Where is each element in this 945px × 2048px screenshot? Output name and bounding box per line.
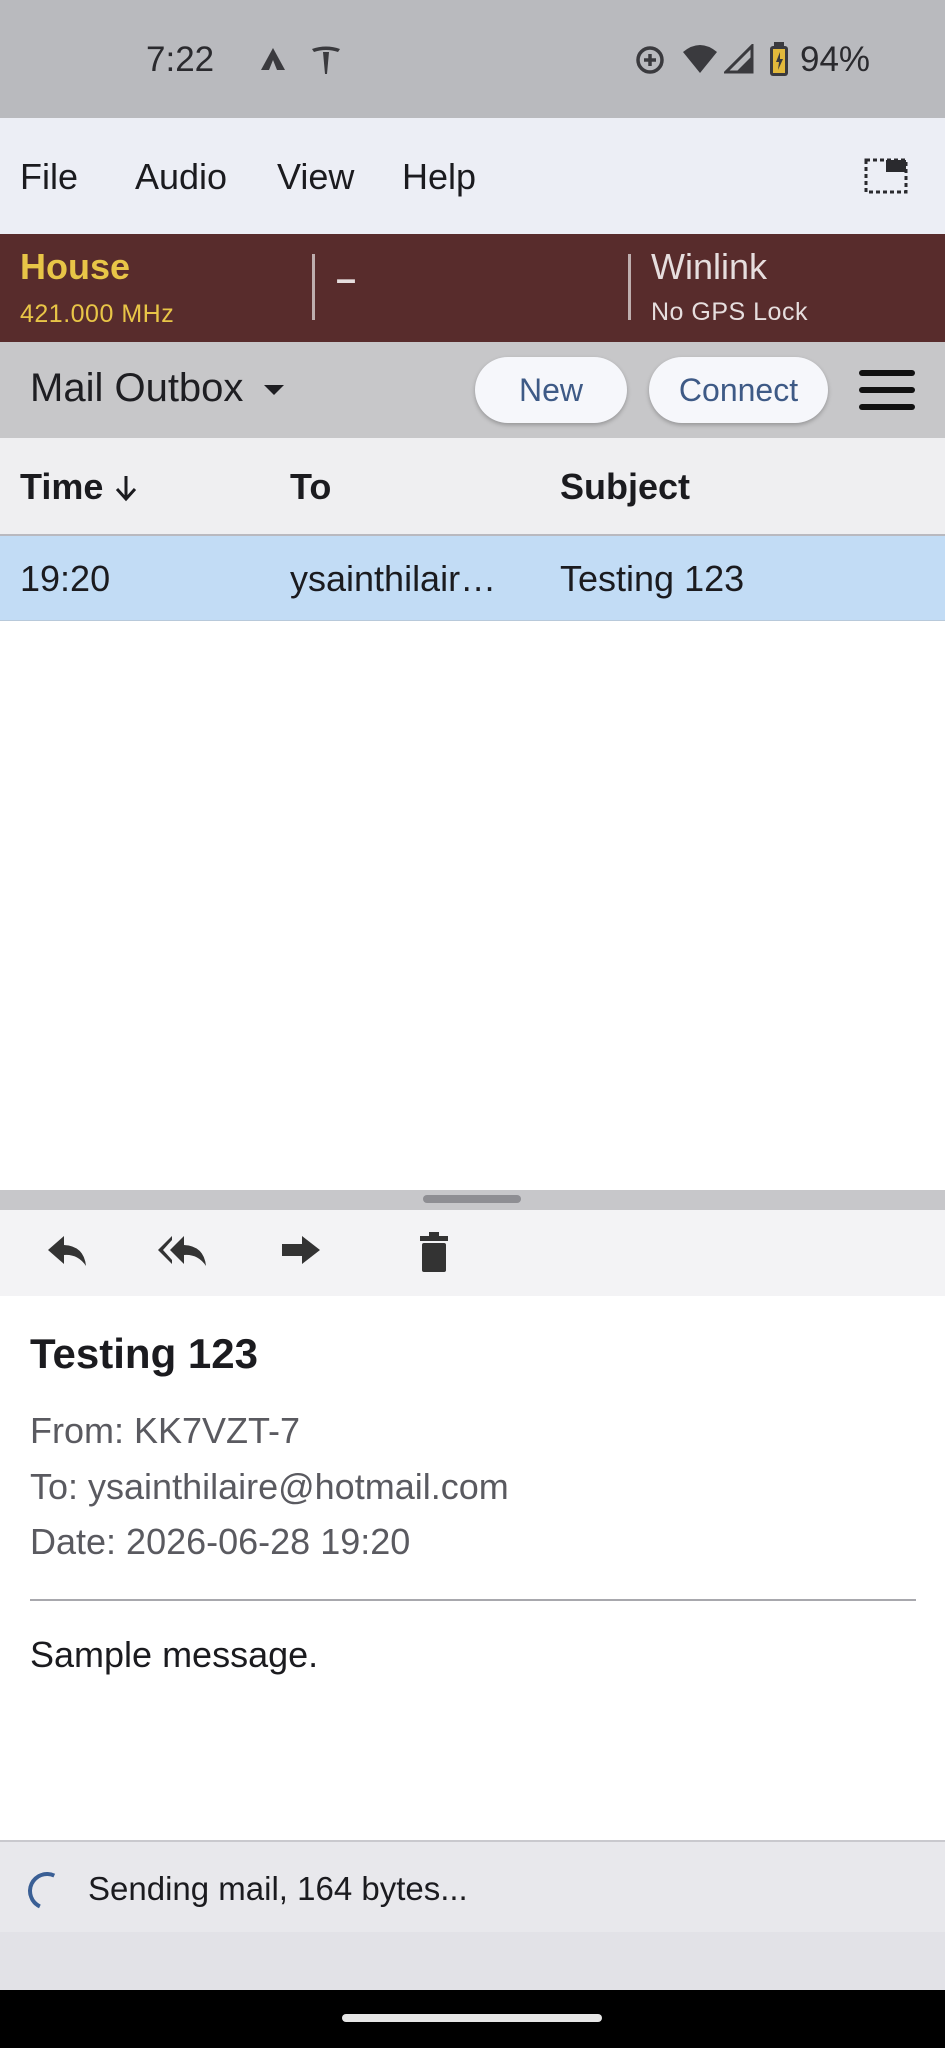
separator (628, 254, 631, 320)
tesla-icon (310, 44, 342, 81)
folder-selector[interactable]: Mail Outbox (30, 366, 285, 411)
dropdown-caret-icon (263, 385, 284, 396)
channel-frequency: 421.000 MHz (20, 300, 175, 328)
menu-file[interactable]: File (20, 156, 78, 198)
loading-spinner-icon (22, 1866, 72, 1916)
mail-table-header: Time To Subject (0, 438, 945, 536)
connect-button[interactable]: Connect (649, 357, 828, 423)
radio-status-bar: House 421.000 MHz – Winlink No GPS Lock (0, 234, 945, 342)
message-to: To: ysainthilaire@hotmail.com (30, 1466, 509, 1507)
table-empty-area (0, 621, 945, 1190)
row-time: 19:20 (20, 558, 111, 599)
message-preview: Testing 123 From: KK7VZT-7 To: ysainthil… (0, 1296, 945, 1840)
hamburger-menu-icon[interactable] (857, 366, 917, 419)
system-status-bar: 7:22 94% (0, 0, 945, 118)
home-gesture-handle[interactable] (342, 2014, 602, 2022)
message-date: Date: 2026-06-28 19:20 (30, 1521, 411, 1562)
column-time-header[interactable]: Time (20, 466, 139, 508)
bottom-area (0, 1932, 945, 1990)
table-row[interactable]: 19:20 ysainthilair… Testing 123 (0, 536, 945, 621)
channel-name[interactable]: House (20, 246, 130, 288)
column-subject-header[interactable]: Subject (560, 466, 690, 508)
send-status-text: Sending mail, 164 bytes... (88, 1870, 468, 1907)
gps-status: No GPS Lock (651, 298, 808, 326)
splitter-grip[interactable] (423, 1195, 521, 1203)
wifi-icon (682, 44, 718, 79)
mail-toolbar: Mail Outbox New Connect (0, 342, 945, 438)
message-action-bar (0, 1210, 945, 1296)
separator (312, 254, 315, 320)
clock: 7:22 (146, 40, 215, 79)
arrow-down-icon (116, 476, 137, 502)
column-time-label: Time (20, 466, 104, 507)
menu-help[interactable]: Help (402, 156, 476, 198)
menu-bar: File Audio View Help (0, 118, 945, 234)
pane-splitter[interactable] (0, 1190, 945, 1210)
send-status-bar: Sending mail, 164 bytes... (0, 1840, 945, 1934)
divider (30, 1599, 916, 1601)
message-body: Sample message. (30, 1634, 319, 1675)
column-to-header[interactable]: To (290, 466, 331, 508)
signal-icon (722, 42, 754, 79)
message-subject: Testing 123 (30, 1330, 258, 1377)
row-to: ysainthilair… (290, 558, 497, 599)
reply-icon[interactable] (44, 1230, 92, 1274)
menu-audio[interactable]: Audio (135, 156, 227, 198)
reply-all-icon[interactable] (156, 1230, 206, 1274)
row-subject: Testing 123 (560, 558, 745, 599)
battery-charging-icon (768, 42, 790, 83)
message-from: From: KK7VZT-7 (30, 1410, 301, 1451)
battery-percent: 94% (800, 40, 871, 79)
folder-title: Mail Outbox (30, 366, 244, 410)
delete-icon[interactable] (410, 1230, 458, 1274)
forward-icon[interactable] (276, 1230, 324, 1274)
mode-name: Winlink (651, 246, 768, 287)
new-button[interactable]: New (475, 357, 627, 423)
window-layout-icon[interactable] (864, 158, 908, 194)
system-navigation-bar (0, 1990, 945, 2048)
data-saver-icon (634, 44, 666, 81)
middle-indicator: – (336, 258, 357, 299)
cell-notification-icon (258, 44, 288, 79)
menu-view[interactable]: View (277, 156, 354, 198)
